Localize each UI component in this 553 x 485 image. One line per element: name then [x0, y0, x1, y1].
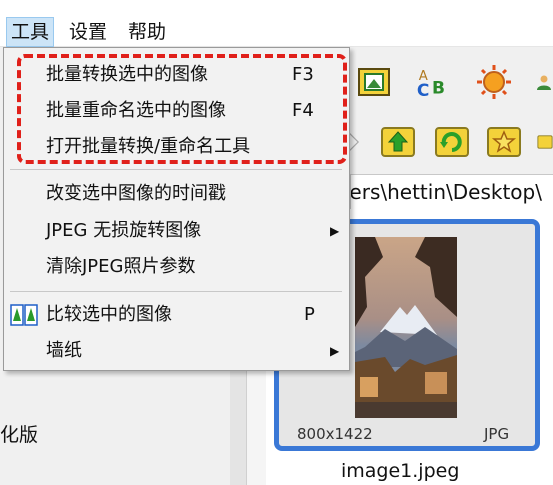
- svg-text:B: B: [432, 78, 445, 98]
- menu-item-clear-jpeg-params[interactable]: 清除JPEG照片参数: [4, 250, 349, 284]
- thumbnail-filename[interactable]: image1.jpeg: [341, 460, 459, 482]
- annotation-highlight-box: [17, 54, 347, 164]
- svg-text:C: C: [417, 81, 430, 100]
- menu-separator: [10, 169, 342, 170]
- menu-tools[interactable]: 工具: [6, 17, 55, 47]
- compare-trees-icon: [10, 304, 38, 338]
- menu-item-label: 比较选中的图像: [46, 304, 172, 325]
- thumbnail-resolution: 800x1422: [297, 425, 373, 443]
- menu-item-label: 改变选中图像的时间戳: [46, 183, 226, 204]
- text-abc-icon[interactable]: ACB: [415, 64, 451, 100]
- pane-splitter[interactable]: [230, 370, 246, 485]
- folder-tree-item-partial[interactable]: 化版: [0, 420, 38, 447]
- up-folder-icon[interactable]: [380, 124, 416, 160]
- menu-settings[interactable]: 设置: [65, 18, 111, 46]
- pane-gutter: [246, 370, 267, 485]
- menu-item-label: 墙纸: [46, 340, 82, 361]
- menu-item-compare-images[interactable]: 比较选中的图像 P: [4, 298, 349, 332]
- address-bar[interactable]: sers\hettin\Desktop\: [350, 174, 553, 210]
- thumbnail-image: [355, 237, 457, 418]
- user-icon[interactable]: [535, 64, 553, 100]
- address-path: sers\hettin\Desktop\: [350, 180, 542, 204]
- thumbnail-format: JPG: [484, 425, 510, 443]
- crop-icon[interactable]: [356, 64, 392, 100]
- menu-item-jpeg-lossless-rotate[interactable]: JPEG 无损旋转图像 ▶: [4, 214, 349, 248]
- menu-separator: [10, 291, 342, 292]
- refresh-icon[interactable]: [434, 124, 470, 160]
- sun-icon[interactable]: [476, 64, 512, 100]
- submenu-arrow-icon: ▶: [330, 344, 340, 358]
- submenu-arrow-icon: ▶: [330, 224, 340, 238]
- menu-item-change-timestamp[interactable]: 改变选中图像的时间戳: [4, 177, 349, 211]
- menu-item-label: JPEG 无损旋转图像: [46, 220, 202, 241]
- menu-help[interactable]: 帮助: [124, 18, 170, 46]
- folder-icon[interactable]: [537, 124, 553, 160]
- menu-bar: 工具 设置 帮助: [0, 0, 553, 47]
- menu-item-shortcut: P: [304, 304, 315, 325]
- menu-item-wallpaper[interactable]: 墙纸 ▶: [4, 334, 349, 368]
- menu-item-label: 清除JPEG照片参数: [46, 256, 196, 277]
- favorite-star-icon[interactable]: [486, 124, 522, 160]
